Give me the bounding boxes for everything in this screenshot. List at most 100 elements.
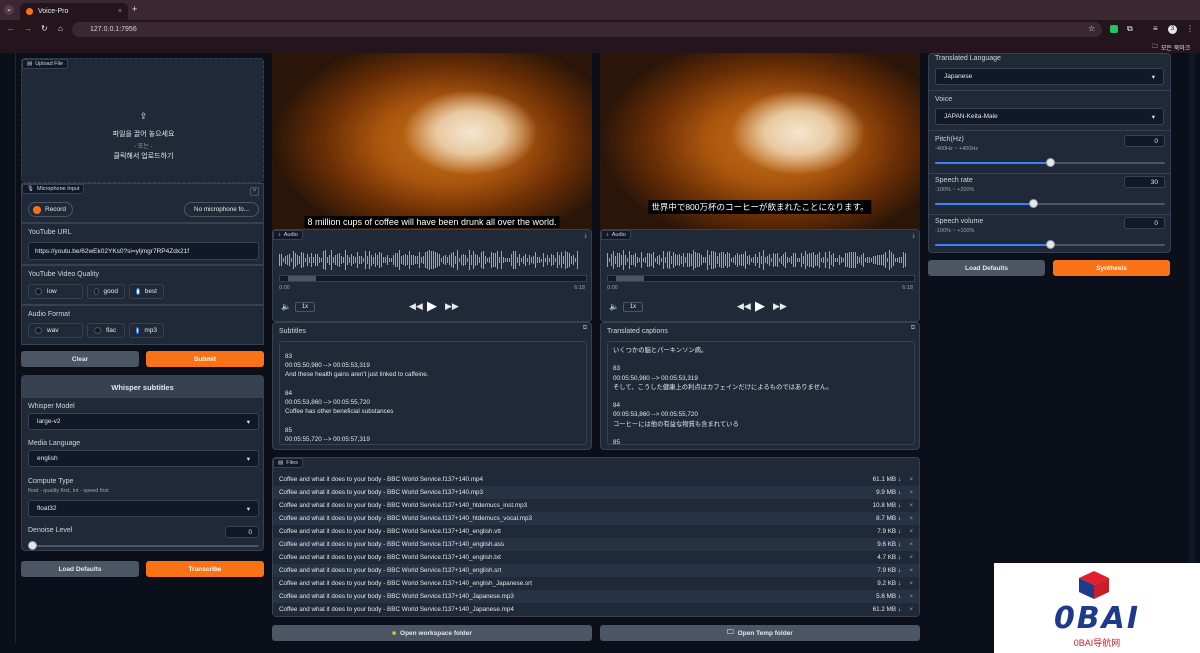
scroll-thumb[interactable] — [288, 276, 316, 281]
file-row[interactable]: Coffee and what it does to your body - B… — [273, 538, 919, 551]
denoise-value[interactable]: 0 — [225, 526, 259, 538]
profile-avatar[interactable]: 3 — [1168, 25, 1177, 34]
file-row[interactable]: Coffee and what it does to your body - B… — [273, 512, 919, 525]
remove-file-icon[interactable]: × — [901, 606, 913, 613]
file-name[interactable]: Coffee and what it does to your body - B… — [279, 476, 861, 483]
audio-waveform[interactable] — [607, 249, 915, 271]
tab-list-icon[interactable]: ⌄ — [4, 5, 14, 15]
file-name[interactable]: Coffee and what it does to your body - B… — [279, 606, 861, 613]
forward-icon[interactable]: ▶▶ — [773, 301, 787, 312]
microphone-select[interactable]: No microphone fo... — [184, 202, 259, 217]
extension-icon[interactable] — [1110, 25, 1118, 33]
playback-speed-button[interactable]: 1x — [295, 302, 315, 312]
file-row[interactable]: Coffee and what it does to your body - B… — [273, 590, 919, 603]
remove-file-icon[interactable]: × — [901, 554, 913, 561]
file-row[interactable]: Coffee and what it does to your body - B… — [273, 486, 919, 499]
volume-icon[interactable]: 🔈 — [609, 302, 619, 311]
pitch-slider-knob[interactable] — [1045, 158, 1055, 167]
speech-rate-slider-knob[interactable] — [1029, 199, 1039, 208]
quality-good-radio[interactable]: good — [87, 284, 125, 299]
mic-close-icon[interactable]: × — [250, 187, 259, 196]
media-icon[interactable]: ≡ — [1153, 24, 1158, 33]
remove-file-icon[interactable]: × — [901, 489, 913, 496]
denoise-slider[interactable] — [32, 545, 259, 547]
menu-icon[interactable]: ⋮ — [1186, 24, 1194, 33]
page-scrollbar[interactable] — [1189, 53, 1195, 643]
waveform-scrollbar[interactable] — [607, 275, 915, 282]
file-name[interactable]: Coffee and what it does to your body - B… — [279, 502, 861, 509]
open-temp-button[interactable]: 🗀 Open Temp folder — [600, 625, 920, 641]
extensions-puzzle-icon[interactable]: ⧉ — [1127, 24, 1133, 34]
play-icon[interactable]: ▶ — [755, 298, 765, 314]
pitch-value[interactable]: 0 — [1124, 135, 1165, 147]
remove-file-icon[interactable]: × — [901, 567, 913, 574]
file-row[interactable]: Coffee and what it does to your body - B… — [273, 473, 919, 486]
forward-icon[interactable]: ▶▶ — [445, 301, 459, 312]
source-video[interactable]: 8 million cups of coffee will have been … — [272, 53, 592, 230]
file-row[interactable]: Coffee and what it does to your body - B… — [273, 499, 919, 512]
browser-tab[interactable]: Voice-Pro × — [20, 3, 128, 20]
audio-waveform[interactable] — [279, 249, 587, 271]
file-row[interactable]: Coffee and what it does to your body - B… — [273, 525, 919, 538]
upload-dropzone[interactable]: ▤ Upload File ⇪ 파일을 끌어 놓으세요 - 또는 - 클릭해서 업… — [21, 58, 264, 183]
rewind-icon[interactable]: ◀◀ — [409, 301, 423, 312]
file-name[interactable]: Coffee and what it does to your body - B… — [279, 554, 861, 561]
remove-file-icon[interactable]: × — [901, 515, 913, 522]
quality-low-radio[interactable]: low — [28, 284, 83, 299]
remove-file-icon[interactable]: × — [901, 593, 913, 600]
translated-language-select[interactable]: Japanese ▾ — [935, 68, 1164, 85]
open-workspace-button[interactable]: ■ Open workspace folder — [272, 625, 592, 641]
tab-close-icon[interactable]: × — [118, 8, 122, 15]
scroll-thumb[interactable] — [616, 276, 644, 281]
speech-rate-slider[interactable] — [935, 203, 1165, 205]
tts-load-defaults-button[interactable]: Load Defaults — [928, 260, 1045, 276]
rewind-icon[interactable]: ◀◀ — [737, 301, 751, 312]
bookmark-star-icon[interactable]: ☆ — [1088, 24, 1095, 33]
forward-icon[interactable]: → — [24, 24, 32, 33]
subtitles-textarea[interactable]: 83 00:05:50,980 --> 00:05:53,319 And the… — [279, 341, 587, 445]
file-row[interactable]: Coffee and what it does to your body - B… — [273, 603, 919, 616]
file-row[interactable]: Coffee and what it does to your body - B… — [273, 551, 919, 564]
waveform-scrollbar[interactable] — [279, 275, 587, 282]
download-icon[interactable]: ⤓ — [584, 233, 587, 240]
playback-speed-button[interactable]: 1x — [623, 302, 643, 312]
whisper-load-defaults-button[interactable]: Load Defaults — [21, 561, 139, 577]
remove-file-icon[interactable]: × — [901, 580, 913, 587]
clear-button[interactable]: Clear — [21, 351, 139, 367]
back-icon[interactable]: ← — [7, 24, 15, 33]
file-name[interactable]: Coffee and what it does to your body - B… — [279, 580, 861, 587]
volume-icon[interactable]: 🔈 — [281, 302, 291, 311]
remove-file-icon[interactable]: × — [901, 476, 913, 483]
speech-volume-slider-knob[interactable] — [1045, 240, 1055, 249]
file-row[interactable]: Coffee and what it does to your body - B… — [273, 564, 919, 577]
remove-file-icon[interactable]: × — [901, 541, 913, 548]
submit-button[interactable]: Submit — [146, 351, 264, 367]
format-flac-radio[interactable]: flac — [87, 323, 125, 338]
speech-rate-value[interactable]: 30 — [1124, 176, 1165, 188]
copy-icon[interactable]: ⧉ — [911, 325, 915, 332]
home-icon[interactable]: ⌂ — [58, 24, 63, 33]
file-row[interactable]: Coffee and what it does to your body - B… — [273, 577, 919, 590]
remove-file-icon[interactable]: × — [901, 528, 913, 535]
record-button[interactable]: Record — [28, 202, 73, 217]
transcribe-button[interactable]: Transcribe — [146, 561, 264, 577]
file-name[interactable]: Coffee and what it does to your body - B… — [279, 541, 861, 548]
file-name[interactable]: Coffee and what it does to your body - B… — [279, 593, 861, 600]
download-icon[interactable]: ⤓ — [912, 233, 915, 240]
file-name[interactable]: Coffee and what it does to your body - B… — [279, 489, 861, 496]
file-name[interactable]: Coffee and what it does to your body - B… — [279, 528, 861, 535]
compute-type-select[interactable]: float32 ▾ — [28, 500, 259, 517]
denoise-slider-knob[interactable] — [28, 541, 37, 550]
media-language-select[interactable]: english ▾ — [28, 450, 259, 467]
all-bookmarks[interactable]: 🗀 모든 북마크 — [1152, 42, 1190, 52]
reload-icon[interactable]: ↻ — [41, 24, 48, 33]
new-tab-icon[interactable]: + — [132, 4, 137, 14]
file-name[interactable]: Coffee and what it does to your body - B… — [279, 515, 861, 522]
address-bar[interactable]: 127.0.0.1:7956 — [72, 22, 1102, 37]
translated-captions-textarea[interactable]: いくつかの脳とパーキンソン病。 83 00:05:50,980 --> 00:0… — [607, 341, 915, 445]
youtube-url-input[interactable]: https://youtu.be/62wEk02YKs0?si=yljmgr7R… — [28, 242, 259, 260]
play-icon[interactable]: ▶ — [427, 298, 437, 314]
format-wav-radio[interactable]: wav — [28, 323, 83, 338]
quality-best-radio[interactable]: best — [129, 284, 164, 299]
translated-video[interactable]: 世界中で800万杯のコーヒーが飲まれたことになります。 — [600, 53, 920, 230]
